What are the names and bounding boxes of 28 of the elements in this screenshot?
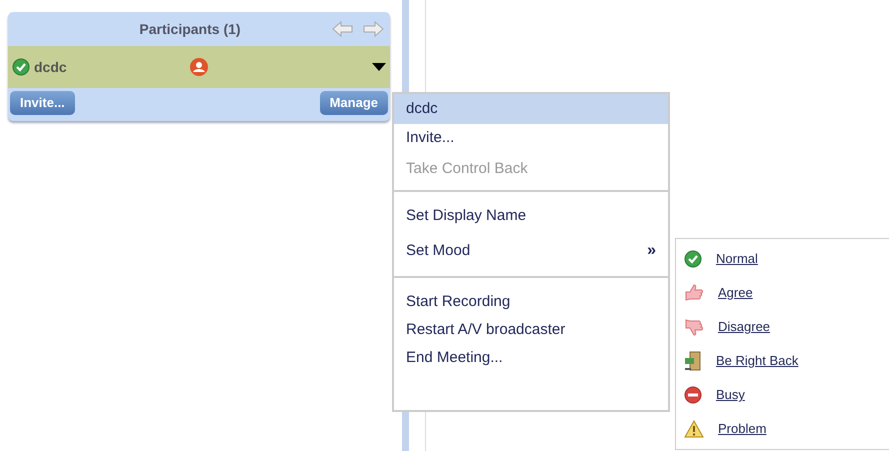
menu-item[interactable]: Start Recording: [394, 288, 668, 316]
mood-link[interactable]: Disagree: [718, 317, 770, 337]
forward-arrow-icon[interactable]: [362, 20, 384, 38]
participant-name: dcdc: [34, 58, 67, 76]
thumbs-down-icon: [684, 318, 704, 336]
busy-icon: [684, 386, 702, 404]
menu-item[interactable]: Set Display Name: [394, 202, 668, 230]
mood-link[interactable]: Normal: [716, 249, 758, 269]
menu-item[interactable]: Invite...: [394, 124, 668, 152]
mood-link[interactable]: Busy: [716, 385, 745, 405]
submenu-arrow: »: [647, 241, 656, 261]
dropdown-caret-icon[interactable]: [372, 62, 386, 72]
thumbs-up-icon: [684, 284, 704, 302]
menu-item[interactable]: Set Mood: [406, 240, 470, 262]
user-icon: [189, 57, 210, 77]
participant-row[interactable]: dcdc: [8, 46, 390, 88]
mood-link[interactable]: Agree: [718, 283, 753, 303]
mood-link[interactable]: Be Right Back: [716, 351, 798, 371]
menu-item[interactable]: End Meeting...: [394, 344, 668, 372]
panel-title: Participants (1): [138, 20, 242, 39]
check-icon: [12, 58, 30, 76]
check-icon: [684, 250, 702, 268]
door-icon: [684, 351, 702, 371]
menu-header: dcdc: [394, 94, 668, 124]
back-arrow-icon[interactable]: [332, 20, 354, 38]
mood-link[interactable]: Problem: [718, 419, 766, 439]
menu-item[interactable]: Restart A/V broadcaster: [394, 316, 668, 344]
warning-icon: [684, 420, 704, 438]
